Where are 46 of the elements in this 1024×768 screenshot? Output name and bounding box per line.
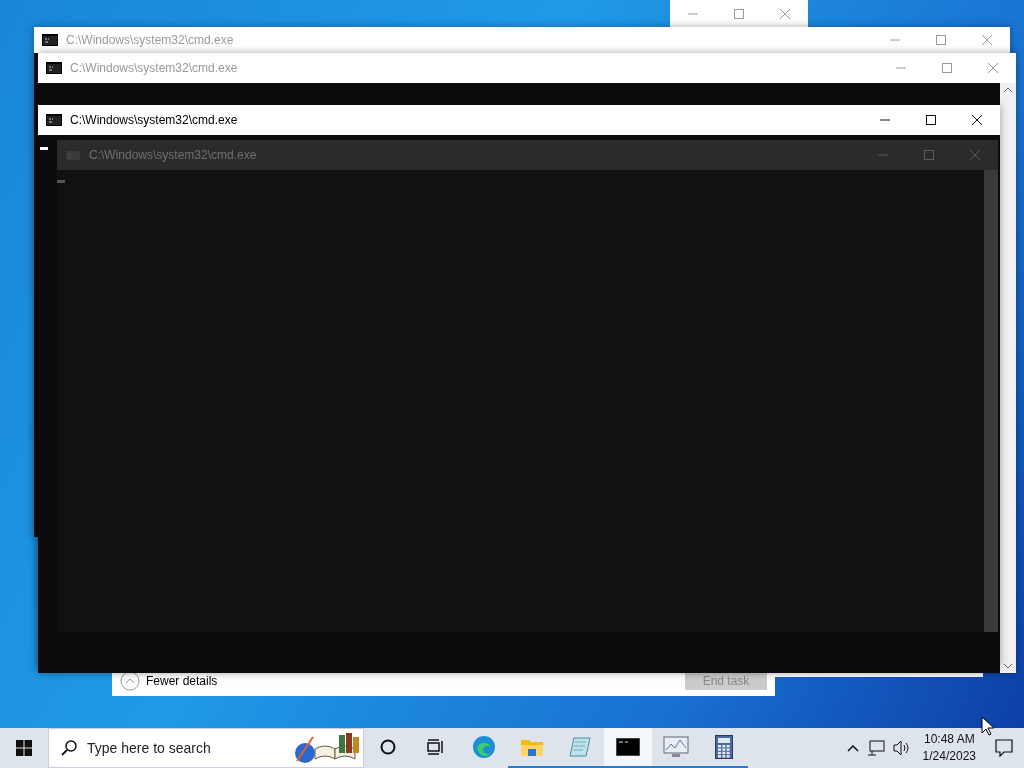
scroll-bar[interactable] [1000,83,1016,673]
console-icon [42,34,58,46]
circle-icon [380,739,396,755]
console-icon [65,149,81,161]
search-field[interactable]: Type here to search [87,737,257,759]
monitor-icon [663,736,689,758]
network-icon[interactable] [866,740,885,756]
scroll-down-icon[interactable] [1004,664,1012,669]
maximize-icon [734,8,744,19]
cursor [57,180,65,183]
window-title: C:\Windows\system32\cmd.exe [70,112,239,129]
window-title: C:\Windows\system32\cmd.exe [89,147,258,164]
close-icon [982,35,992,45]
folder-icon [520,737,544,757]
maximize-icon [926,115,936,125]
maximize-icon [924,150,934,160]
window-title: C:\Windows\system32\cmd.exe [70,60,239,77]
collapse-icon[interactable] [120,670,140,691]
cursor [40,147,48,150]
window-title: C:\Windows\system32\cmd.exe [66,32,235,49]
task-view-icon [427,739,445,755]
taskbar-button[interactable] [604,728,652,768]
details-toggle-link[interactable]: Fewer details [146,671,218,690]
search-icon [61,740,77,756]
close-icon [780,8,790,19]
close-icon [970,150,980,160]
close-icon [972,115,982,125]
calculator-icon [715,735,733,759]
mouse-pointer-icon [981,716,994,736]
close-icon [988,63,998,73]
console-icon [46,114,62,126]
browser-icon [472,735,496,759]
maximize-icon [936,35,946,45]
chevron-up-icon[interactable] [846,744,859,752]
console-icon [616,738,640,756]
windows-logo-icon [16,740,32,756]
console-icon [46,62,62,74]
notepad-icon [568,736,592,758]
scroll-up-icon[interactable] [1004,87,1012,92]
clock[interactable]: 10:48 AM 1/24/2023 [914,728,984,768]
speech-bubble-icon [995,739,1013,757]
maximize-icon [942,63,952,73]
clock-date: 1/24/2023 [922,748,976,765]
clock-time: 10:48 AM [923,731,975,748]
search-box[interactable]: Type here to search [48,728,364,768]
volume-icon[interactable] [892,740,911,756]
